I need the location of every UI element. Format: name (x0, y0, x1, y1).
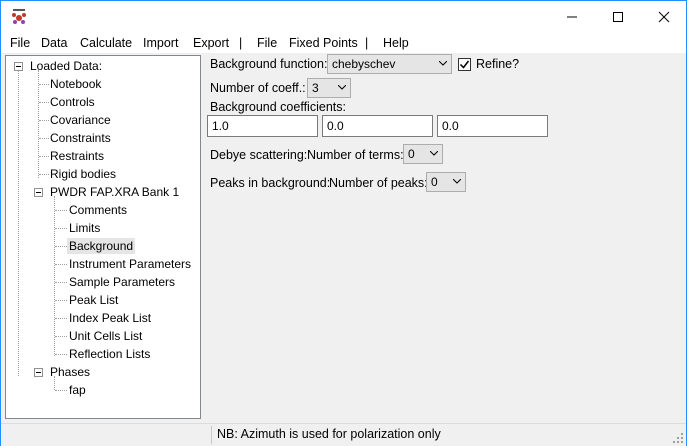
refine-checkbox[interactable] (458, 58, 471, 71)
peaks-background-label: Peaks in background: (210, 176, 331, 190)
tree-root[interactable]: Loaded Data: (28, 58, 104, 74)
background-function-select[interactable]: chebyschev (327, 54, 452, 74)
minimize-button[interactable] (549, 1, 595, 33)
tree-item-comments[interactable]: Comments (67, 202, 129, 218)
refine-label: Refine? (476, 57, 520, 71)
close-button[interactable] (641, 1, 687, 33)
maximize-button[interactable] (595, 1, 641, 33)
chevron-down-icon (430, 151, 438, 156)
menu-import[interactable]: Import (143, 36, 178, 50)
menu-help[interactable]: Help (383, 36, 409, 50)
background-function-label: Background function: (210, 57, 328, 71)
coefficient-field-1[interactable]: 1.0 (207, 115, 318, 137)
status-text: NB: Azimuth is used for polarization onl… (217, 427, 441, 441)
menu-file[interactable]: File (10, 36, 30, 50)
coefficient-field-2[interactable]: 0.0 (322, 115, 433, 137)
status-separator (211, 426, 212, 444)
status-bar: NB: Azimuth is used for polarization onl… (1, 423, 686, 446)
chevron-down-icon (453, 179, 461, 184)
tree-item-phases[interactable]: Phases (48, 364, 92, 380)
minimize-icon (567, 16, 577, 18)
menu-bar: File Data Calculate Import Export | File… (1, 33, 686, 53)
tree-item-phase-fap[interactable]: fap (67, 382, 88, 398)
tree-item-rigid-bodies[interactable]: Rigid bodies (48, 166, 118, 182)
tree-item-index-peak-list[interactable]: Index Peak List (67, 310, 153, 326)
tree-item-constraints[interactable]: Constraints (48, 130, 113, 146)
tree-item-sample-parameters[interactable]: Sample Parameters (67, 274, 177, 290)
coefficient-field-3[interactable]: 0.0 (437, 115, 548, 137)
app-window: File Data Calculate Import Export | File… (0, 0, 687, 446)
menu-file-2[interactable]: File (257, 36, 277, 50)
background-panel: Background function: chebyschev Refine? … (203, 53, 686, 423)
tree-item-limits[interactable]: Limits (67, 220, 102, 236)
tree-item-peak-list[interactable]: Peak List (67, 292, 120, 308)
collapse-histogram-icon[interactable] (34, 188, 43, 197)
debye-label: Debye scattering: (210, 148, 308, 162)
debye-terms-label: Number of terms: (307, 148, 404, 162)
menu-export[interactable]: Export (193, 36, 229, 50)
tree-item-instrument-parameters[interactable]: Instrument Parameters (67, 256, 193, 272)
collapse-root-icon[interactable] (14, 62, 23, 71)
close-icon (658, 11, 670, 23)
ncoeff-select[interactable]: 3 (307, 78, 351, 98)
peaks-number-select[interactable]: 0 (426, 172, 466, 192)
menu-separator: | (239, 36, 243, 50)
coefficients-label: Background coefficients: (210, 100, 346, 114)
menu-calculate[interactable]: Calculate (80, 36, 132, 50)
data-tree[interactable]: Loaded Data: Notebook Controls Covarianc… (5, 55, 201, 419)
chevron-down-icon (338, 85, 346, 90)
tree-item-histogram[interactable]: PWDR FAP.XRA Bank 1 (48, 184, 181, 200)
tree-item-restraints[interactable]: Restraints (48, 148, 106, 164)
title-bar (1, 1, 686, 33)
maximize-icon (613, 12, 623, 22)
peaks-number-value: 0 (431, 175, 438, 189)
debye-terms-select[interactable]: 0 (403, 144, 443, 164)
peaks-number-label: Number of peaks: (329, 176, 428, 190)
tree-item-unit-cells-list[interactable]: Unit Cells List (67, 328, 144, 344)
tree-item-background[interactable]: Background (67, 238, 136, 254)
ncoeff-value: 3 (312, 81, 319, 95)
tree-item-notebook[interactable]: Notebook (48, 76, 103, 92)
chevron-down-icon (439, 61, 447, 66)
menu-fixed-points[interactable]: Fixed Points (289, 36, 358, 50)
background-function-value: chebyschev (332, 57, 396, 71)
tree-item-controls[interactable]: Controls (48, 94, 97, 110)
collapse-phases-icon[interactable] (34, 368, 43, 377)
debye-terms-value: 0 (408, 147, 415, 161)
ncoeff-label: Number of coeff.: (210, 81, 306, 95)
menu-separator-2: | (365, 36, 369, 50)
gsas-logo-icon (10, 8, 28, 26)
checkmark-icon (459, 60, 470, 69)
resize-grip-icon[interactable] (672, 432, 684, 444)
tree-item-covariance[interactable]: Covariance (48, 112, 113, 128)
tree-item-reflection-lists[interactable]: Reflection Lists (67, 346, 152, 362)
menu-data[interactable]: Data (41, 36, 67, 50)
